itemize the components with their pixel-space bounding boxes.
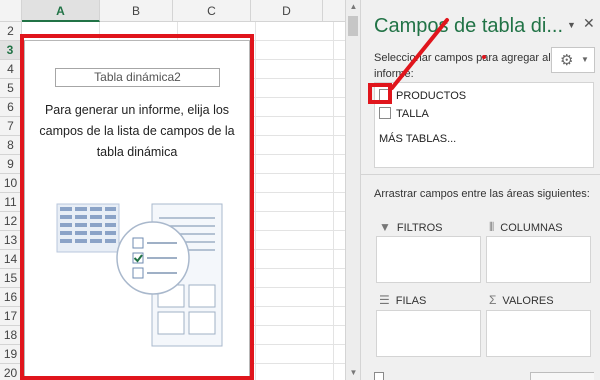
row-header[interactable]: 20 (0, 364, 22, 380)
rows-icon: ☰ (379, 293, 390, 307)
filters-label: FILTROS (396, 222, 443, 234)
chevron-down-icon[interactable]: ▼ (567, 20, 576, 30)
scroll-down-icon[interactable]: ▼ (346, 366, 361, 380)
update-button[interactable] (530, 372, 594, 380)
row-header[interactable]: 2 (0, 22, 22, 41)
pane-title: Campos de tabla di... (374, 15, 563, 37)
scroll-thumb[interactable] (348, 16, 358, 36)
sigma-icon: Σ (489, 293, 497, 307)
field-item-talla[interactable]: TALLA (379, 106, 429, 122)
row-header[interactable]: 11 (0, 193, 22, 212)
row-header[interactable]: 17 (0, 307, 22, 326)
column-header-e[interactable] (323, 0, 345, 22)
pivot-fields-pane: Campos de tabla di... ▼ ✕ Seleccionar ca… (360, 0, 600, 380)
row-header[interactable]: 14 (0, 250, 22, 269)
column-header-c[interactable]: C (173, 0, 251, 22)
row-header[interactable]: 10 (0, 174, 22, 193)
values-area-label: Σ VALORES (489, 293, 554, 307)
rows-area-label: ☰ FILAS (379, 293, 426, 307)
columns-area-label: ⦀ COLUMNAS (489, 220, 563, 235)
filters-area-label: ▼ FILTROS (379, 220, 443, 234)
rows-drop-area[interactable] (376, 310, 481, 357)
tools-button[interactable]: ⚙ ▼ (551, 47, 595, 73)
column-header-b[interactable]: B (100, 0, 173, 22)
row-header[interactable]: 15 (0, 269, 22, 288)
row-header[interactable]: 8 (0, 136, 22, 155)
row-header[interactable]: 18 (0, 326, 22, 345)
row-header[interactable]: 6 (0, 98, 22, 117)
column-header-a[interactable]: A (22, 0, 100, 22)
field-checkbox[interactable] (379, 107, 391, 119)
filters-drop-area[interactable] (376, 236, 481, 283)
column-header-d[interactable]: D (251, 0, 323, 22)
columns-icon: ⦀ (489, 220, 495, 234)
filter-icon: ▼ (379, 220, 391, 234)
rows-label: FILAS (395, 295, 427, 307)
columns-label: COLUMNAS (500, 222, 563, 234)
more-tables-link[interactable]: MÁS TABLAS... (379, 133, 456, 145)
column-header-row: A B C D (0, 0, 345, 22)
row-header[interactable]: 9 (0, 155, 22, 174)
chevron-down-icon: ▼ (581, 55, 589, 64)
row-header-selected[interactable]: 3 (0, 41, 22, 60)
drag-hint-text: Arrastrar campos entre las áreas siguien… (374, 188, 590, 200)
row-header[interactable]: 4 (0, 60, 22, 79)
field-label: PRODUCTOS (396, 90, 467, 102)
field-item-productos[interactable]: PRODUCTOS (379, 88, 466, 104)
select-all-corner[interactable] (0, 0, 22, 22)
scroll-up-icon[interactable]: ▲ (346, 0, 361, 14)
row-header[interactable]: 19 (0, 345, 22, 364)
spreadsheet: A B C D 2 3 4 5 6 7 8 9 10 11 12 13 14 1… (0, 0, 345, 380)
vertical-scrollbar[interactable]: ▲ ▼ (345, 0, 360, 380)
pane-splitter[interactable] (360, 174, 600, 180)
values-label: VALORES (502, 295, 554, 307)
pane-subtitle: Seleccionar campos para agregar al infor… (374, 52, 551, 80)
annotation-highlight-frame (20, 34, 254, 380)
row-header[interactable]: 12 (0, 212, 22, 231)
defer-update-checkbox[interactable] (374, 372, 384, 380)
gear-icon: ⚙ (560, 52, 574, 69)
defer-layout-strip (374, 372, 594, 380)
annotation-checkbox-highlight (368, 83, 392, 104)
row-header[interactable]: 7 (0, 117, 22, 136)
field-label: TALLA (396, 108, 429, 120)
row-header[interactable]: 16 (0, 288, 22, 307)
columns-drop-area[interactable] (486, 236, 591, 283)
field-list: PRODUCTOS TALLA MÁS TABLAS... (374, 82, 594, 168)
row-header[interactable]: 5 (0, 79, 22, 98)
row-header[interactable]: 13 (0, 231, 22, 250)
values-drop-area[interactable] (486, 310, 591, 357)
close-icon[interactable]: ✕ (583, 15, 595, 32)
